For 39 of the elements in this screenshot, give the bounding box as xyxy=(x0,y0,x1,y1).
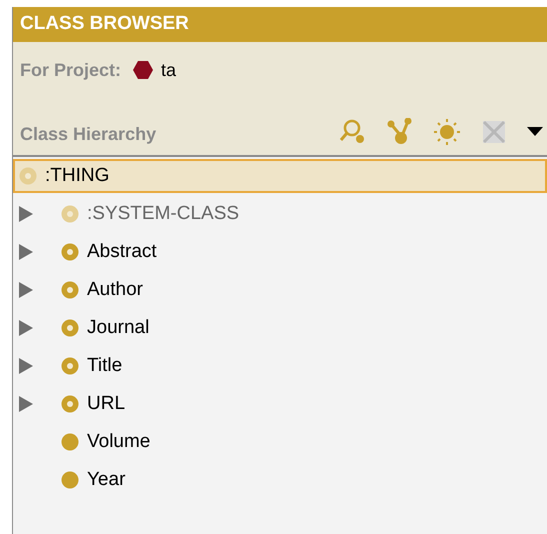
class-name: Title xyxy=(87,354,122,378)
class-icon xyxy=(19,167,37,185)
tree-item[interactable]: Journal xyxy=(13,311,547,345)
hexagon-icon xyxy=(133,60,154,80)
panel-title: CLASS BROWSER xyxy=(20,12,189,36)
tree-item[interactable]: Title xyxy=(13,349,547,383)
dropdown-icon[interactable] xyxy=(527,127,543,137)
class-name: :THING xyxy=(45,164,110,188)
class-icon xyxy=(61,395,79,413)
class-name: :SYSTEM-CLASS xyxy=(87,202,240,226)
class-icon xyxy=(61,319,79,337)
tree-item[interactable]: Volume xyxy=(13,425,547,459)
class-name: Year xyxy=(87,468,126,492)
expand-arrow-icon[interactable] xyxy=(19,244,33,260)
class-icon xyxy=(61,205,79,223)
tree-item[interactable]: Abstract xyxy=(13,235,547,269)
class-name: Author xyxy=(87,278,143,302)
section-title: Class Hierarchy xyxy=(20,123,156,146)
class-name: Abstract xyxy=(87,240,157,264)
expand-arrow-icon[interactable] xyxy=(19,206,33,222)
tree-item[interactable]: URL xyxy=(13,387,547,421)
expand-arrow-icon[interactable] xyxy=(19,396,33,412)
tree-item[interactable]: Year xyxy=(13,463,547,497)
expand-arrow-icon[interactable] xyxy=(19,358,33,374)
class-name: URL xyxy=(87,392,126,416)
tree-item[interactable]: :THING xyxy=(13,159,547,193)
tree-item[interactable]: :SYSTEM-CLASS xyxy=(13,197,547,231)
class-name: Journal xyxy=(87,316,150,340)
expand-arrow-icon[interactable] xyxy=(19,282,33,298)
class-icon xyxy=(61,433,79,451)
class-icon xyxy=(61,281,79,299)
tree-item[interactable]: Author xyxy=(13,273,547,307)
project-name: ta xyxy=(161,58,176,82)
class-icon xyxy=(61,357,79,375)
expand-arrow-icon[interactable] xyxy=(19,320,33,336)
class-icon xyxy=(61,471,79,489)
class-icon xyxy=(61,243,79,261)
project-label: For Project: xyxy=(20,58,122,82)
class-name: Volume xyxy=(87,430,150,454)
